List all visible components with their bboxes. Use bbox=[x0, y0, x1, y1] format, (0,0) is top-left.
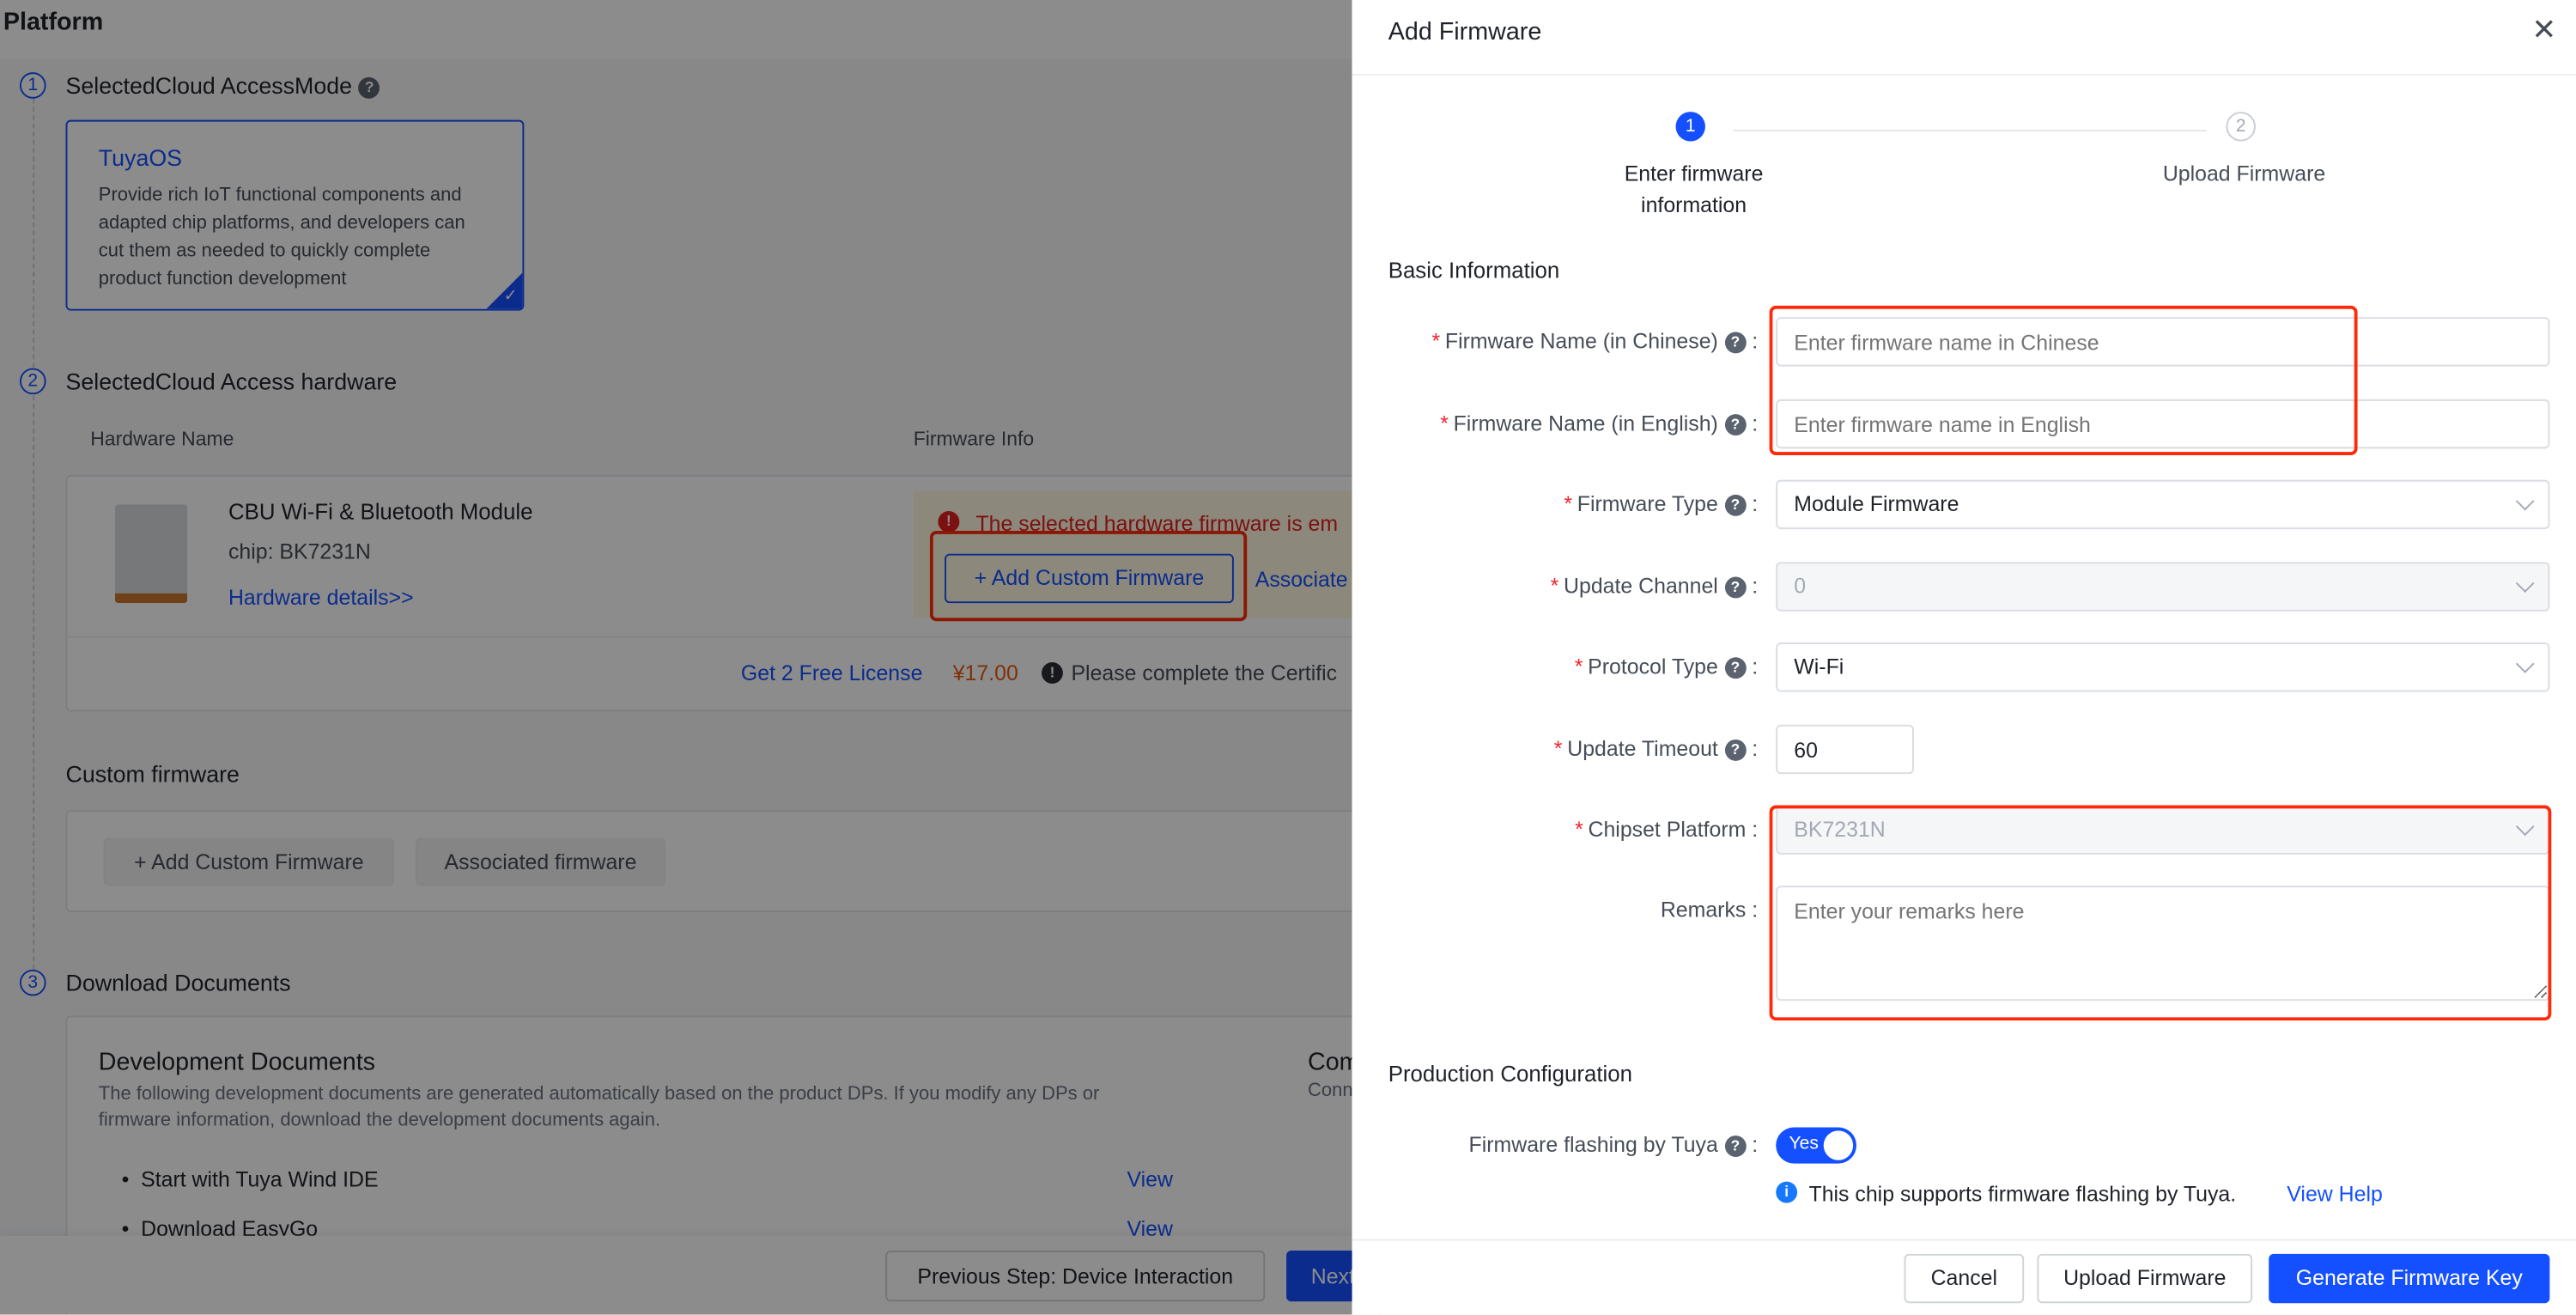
field-label: * Chipset Platform : bbox=[1575, 816, 1759, 842]
step-2-label: Upload Firmware bbox=[2162, 161, 2326, 186]
screen: Platform 1 SelectedCloud AccessMode? Tuy… bbox=[0, 0, 2576, 1315]
add-firmware-drawer: Add Firmware ✕ 1 2 Enter firmware inform… bbox=[1352, 0, 2576, 1315]
highlight-box bbox=[1769, 305, 2358, 455]
generate-firmware-key-button[interactable]: Generate Firmware Key bbox=[2269, 1253, 2550, 1304]
help-icon[interactable]: ? bbox=[1724, 332, 1747, 354]
field-label: * Firmware Type? : bbox=[1564, 491, 1759, 516]
field-label: Remarks : bbox=[1660, 897, 1759, 922]
field-label: * Firmware Name (in Chinese)? : bbox=[1431, 328, 1759, 354]
help-icon[interactable]: ? bbox=[1724, 414, 1747, 436]
info-icon: i bbox=[1776, 1181, 1798, 1203]
help-icon[interactable]: ? bbox=[1724, 657, 1747, 679]
step-1-label: Enter firmware information bbox=[1563, 158, 1826, 221]
close-icon[interactable]: ✕ bbox=[2531, 13, 2556, 47]
modal-mask[interactable] bbox=[0, 0, 1352, 1315]
view-help-link[interactable]: View Help bbox=[2287, 1182, 2383, 1207]
toggle-label: Yes bbox=[1789, 1134, 1819, 1154]
divider bbox=[1352, 1239, 2576, 1241]
step-1-circle: 1 bbox=[1675, 112, 1705, 142]
step-label-line: Enter firmware bbox=[1624, 161, 1764, 186]
field-label: Firmware flashing by Tuya? : bbox=[1468, 1132, 1759, 1157]
toggle-knob bbox=[1823, 1130, 1854, 1160]
chevron-down-icon bbox=[2515, 654, 2535, 673]
basic-info-title: Basic Information bbox=[1388, 258, 1560, 283]
field-label: * Update Timeout? : bbox=[1553, 736, 1759, 761]
chevron-down-icon bbox=[2515, 574, 2535, 594]
highlight-box bbox=[1769, 805, 2552, 1021]
help-icon[interactable]: ? bbox=[1724, 739, 1747, 761]
production-config-title: Production Configuration bbox=[1388, 1061, 1633, 1087]
help-icon[interactable]: ? bbox=[1724, 576, 1747, 599]
field-label: * Protocol Type? : bbox=[1574, 654, 1759, 679]
cancel-button[interactable]: Cancel bbox=[1904, 1253, 2025, 1304]
help-icon[interactable]: ? bbox=[1724, 1135, 1747, 1157]
help-icon[interactable]: ? bbox=[1724, 494, 1747, 516]
flashing-info-text: This chip supports firmware flashing by … bbox=[1808, 1181, 2237, 1207]
field-label: * Update Channel? : bbox=[1550, 573, 1759, 599]
chevron-down-icon bbox=[2515, 491, 2535, 511]
divider bbox=[1352, 74, 2576, 76]
drawer-title: Add Firmware bbox=[1388, 18, 1542, 46]
step-2-circle: 2 bbox=[2226, 112, 2256, 142]
step-label-line: information bbox=[1641, 192, 1747, 217]
update-timeout-input[interactable] bbox=[1776, 724, 1914, 775]
upload-firmware-button[interactable]: Upload Firmware bbox=[2037, 1253, 2253, 1304]
protocol-type-select[interactable]: Wi-Fi bbox=[1776, 642, 2550, 692]
step-connector bbox=[1733, 130, 2207, 132]
firmware-type-select[interactable]: Module Firmware bbox=[1776, 479, 2550, 530]
flashing-toggle[interactable]: Yes bbox=[1776, 1127, 1856, 1164]
update-channel-select[interactable]: 0 bbox=[1776, 562, 2550, 612]
field-label: * Firmware Name (in English)? : bbox=[1440, 411, 1759, 436]
